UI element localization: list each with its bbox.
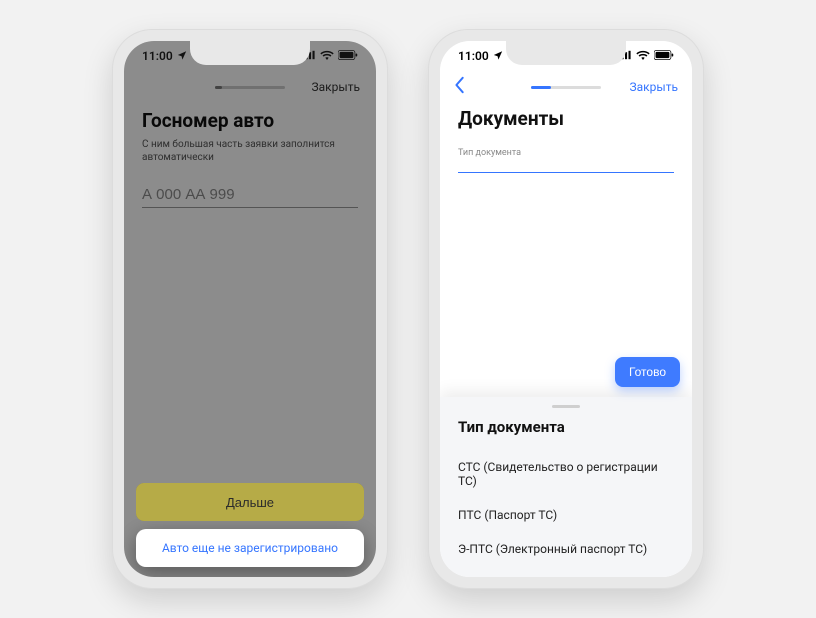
phone-frame-right: 11:00 bbox=[428, 29, 704, 589]
back-button[interactable] bbox=[454, 76, 466, 99]
close-button[interactable]: Закрыть bbox=[630, 80, 678, 94]
field-label-document-type: Тип документа bbox=[458, 148, 674, 158]
wifi-icon bbox=[636, 49, 650, 63]
screen-gosnomer: 11:00 bbox=[124, 41, 376, 577]
drag-handle[interactable] bbox=[552, 405, 580, 408]
document-type-input[interactable] bbox=[458, 172, 674, 173]
done-button[interactable]: Готово bbox=[615, 357, 680, 387]
status-time: 11:00 bbox=[458, 49, 489, 63]
location-icon bbox=[493, 49, 503, 63]
next-button-dimmed[interactable]: Дальше bbox=[136, 483, 364, 521]
device-notch bbox=[190, 41, 310, 65]
progress-bar bbox=[531, 86, 601, 89]
picker-sheet: Готово Тип документа СТС (Свидетельство … bbox=[440, 397, 692, 577]
nav-bar: Закрыть bbox=[440, 71, 692, 103]
picker-option-pts[interactable]: ПТС (Паспорт ТС) bbox=[458, 498, 674, 532]
picker-option-sts[interactable]: СТС (Свидетельство о регистрации ТС) bbox=[458, 450, 674, 498]
battery-icon bbox=[654, 49, 674, 63]
screen-documents: 11:00 bbox=[440, 41, 692, 577]
progress-fill bbox=[531, 86, 551, 89]
page-title: Документы bbox=[458, 107, 674, 130]
picker-title: Тип документа bbox=[458, 418, 674, 436]
device-notch bbox=[506, 41, 626, 65]
phone-frame-left: 11:00 bbox=[112, 29, 388, 589]
picker-option-epts[interactable]: Э-ПТС (Электронный паспорт ТС) bbox=[458, 532, 674, 566]
not-registered-sheet[interactable]: Авто еще не зарегистрировано bbox=[136, 529, 364, 567]
